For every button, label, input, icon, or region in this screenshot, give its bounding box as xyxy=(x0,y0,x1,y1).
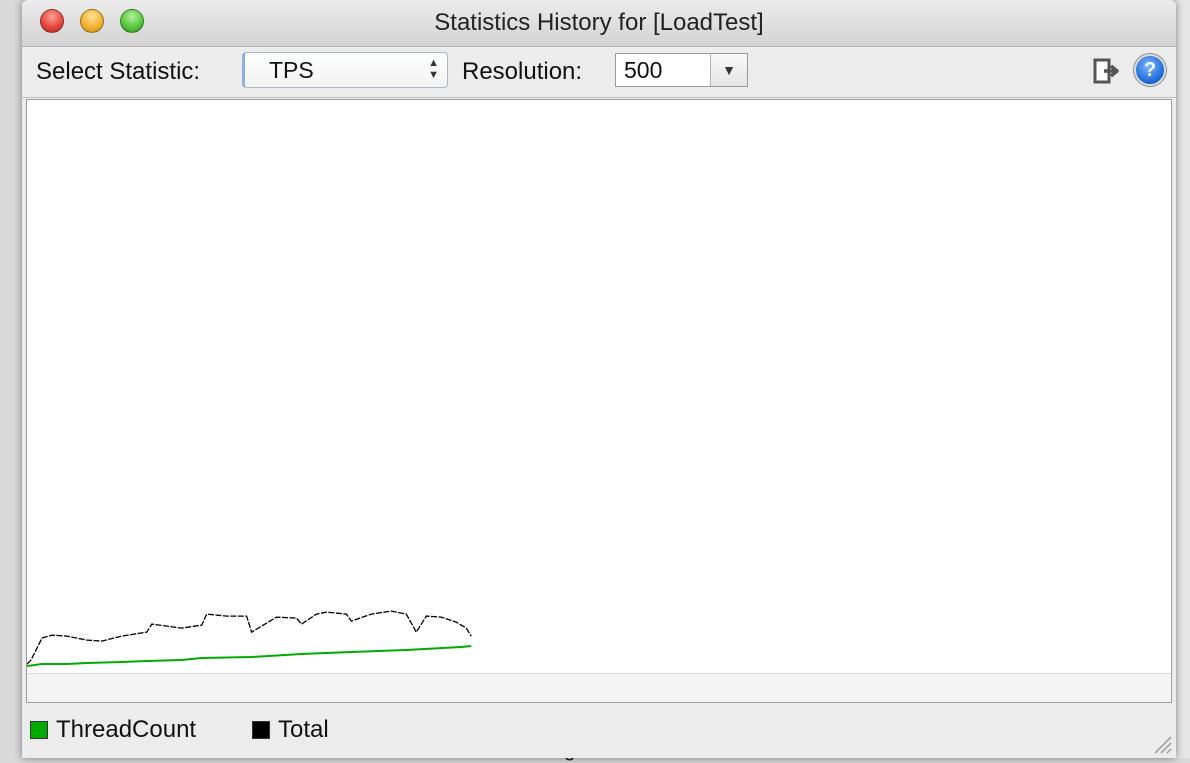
help-glyph: ? xyxy=(1143,58,1157,81)
resize-grip-icon[interactable] xyxy=(1150,732,1172,754)
statistic-select[interactable]: TPS ▲ ▼ xyxy=(242,52,448,88)
legend-swatch-threadcount xyxy=(30,721,48,739)
legend-item-total: Total xyxy=(252,716,329,744)
window-title: Statistics History for [LoadTest] xyxy=(434,9,764,36)
statistics-chart xyxy=(27,610,472,667)
statistic-select-value: TPS xyxy=(269,57,314,83)
resolution-value: 500 xyxy=(624,57,663,83)
help-icon[interactable]: ? xyxy=(1134,54,1166,86)
legend-item-threadcount: ThreadCount xyxy=(30,716,196,744)
select-statistic-label: Select Statistic: xyxy=(36,58,201,85)
statistics-history-window: Statistics History for [LoadTest] Select… xyxy=(22,0,1176,758)
legend-label-total: Total xyxy=(278,716,329,743)
resolution-dropdown-button[interactable]: ▼ xyxy=(710,54,747,86)
export-exit-icon[interactable] xyxy=(1092,57,1120,85)
title-bar[interactable]: Statistics History for [LoadTest] xyxy=(22,0,1176,47)
toolbar: Select Statistic: TPS ▲ ▼ Resolution: 500… xyxy=(22,47,1176,98)
legend-swatch-total xyxy=(252,721,270,739)
legend: ThreadCount Total xyxy=(22,704,1176,758)
select-arrows-icon: ▲ ▼ xyxy=(428,57,439,81)
resolution-combobox[interactable]: 500 ▼ xyxy=(615,53,748,87)
chart-area xyxy=(26,99,1172,703)
legend-label-threadcount: ThreadCount xyxy=(56,716,197,743)
series-line-threadcount xyxy=(27,645,472,667)
chevron-down-icon: ▼ xyxy=(722,62,736,78)
resolution-label: Resolution: xyxy=(462,58,583,85)
horizontal-scrollbar[interactable] xyxy=(27,673,1171,702)
